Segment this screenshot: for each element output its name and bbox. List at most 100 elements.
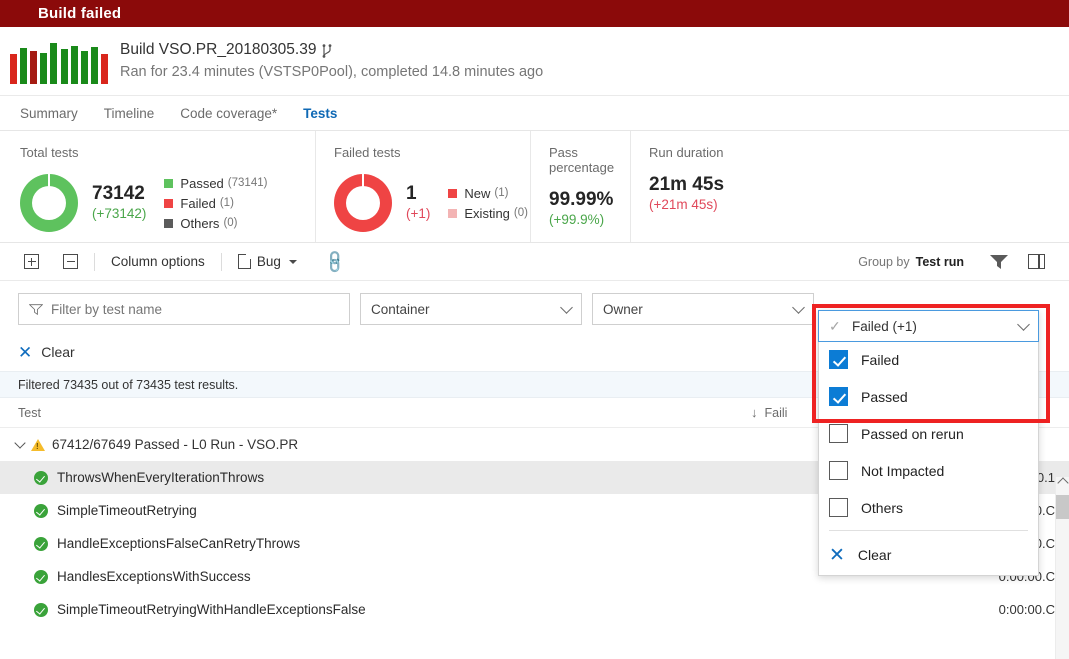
test-run-group-label: 67412/67649 Passed - L0 Run - VSO.PR (52, 437, 299, 452)
build-history-bar[interactable] (40, 53, 48, 84)
clear-filters-button[interactable]: ✕ Clear (18, 344, 75, 361)
metric-pass-percentage: Pass percentage 99.99% (+99.9%) (530, 131, 630, 242)
outcome-filter-options: Failed Passed Passed on rerun Not Impacted O… (819, 341, 1038, 526)
check-icon: ✓ (829, 317, 841, 334)
details-pane-button[interactable] (1018, 250, 1055, 273)
tab-summary[interactable]: Summary (20, 96, 78, 131)
chevron-down-icon[interactable] (1017, 317, 1030, 331)
funnel-icon (29, 303, 43, 315)
passed-icon (34, 536, 48, 551)
column-options-button[interactable]: Column options (105, 251, 211, 272)
results-toolbar: Column options Bug 🔗 Group by Test run (0, 243, 1069, 281)
chevron-down-icon[interactable] (14, 436, 26, 449)
build-title-line: Build VSO.PR_20180305.39 (120, 40, 543, 60)
filtered-results-text: Filtered 73435 out of 73435 test results… (18, 377, 239, 392)
bug-label: Bug (256, 254, 281, 269)
failed-tests-delta: (+1) (406, 206, 431, 221)
tab-tests[interactable]: Tests (303, 96, 337, 131)
toolbar-right-group: Group by Test run (858, 250, 1055, 273)
outcome-option-others[interactable]: Others (819, 489, 1038, 526)
build-meta: Build VSO.PR_20180305.39 Ran for 23.4 mi… (120, 40, 543, 82)
group-by-value[interactable]: Test run (916, 255, 964, 269)
checkbox[interactable] (829, 387, 848, 406)
close-icon: ✕ (18, 342, 33, 362)
build-history-bar[interactable] (60, 49, 68, 84)
chevron-up-icon[interactable] (1057, 477, 1069, 489)
legend-label: Existing (464, 205, 510, 221)
legend-row: New (1) (448, 185, 528, 202)
tab-timeline[interactable]: Timeline (104, 96, 155, 131)
details-pane-icon (1028, 254, 1045, 269)
outcome-filter-dropdown-panel[interactable]: ✓ Failed (+1) Failed Passed Passed on reru… (818, 310, 1039, 576)
column-header-failing-label: Faili (764, 405, 788, 420)
expand-all-icon (24, 254, 39, 269)
owner-filter-dropdown[interactable]: Owner (592, 293, 814, 325)
checkbox[interactable] (829, 498, 848, 517)
metric-title: Failed tests (334, 145, 401, 160)
outcome-filter-selected[interactable]: ✓ Failed (+1) (818, 310, 1039, 342)
toolbar-divider (220, 252, 222, 271)
scrollbar-thumb[interactable] (1056, 495, 1069, 519)
metric-title: Run duration (649, 145, 724, 160)
bug-button[interactable]: Bug (232, 251, 303, 272)
build-history-bar[interactable] (10, 54, 17, 84)
total-tests-donut (20, 174, 78, 232)
build-history-chart[interactable] (10, 38, 108, 84)
outcome-option-failed[interactable]: Failed (819, 341, 1038, 378)
checkbox[interactable] (829, 350, 848, 369)
build-name[interactable]: Build VSO.PR_20180305.39 (120, 40, 316, 60)
build-history-bar[interactable] (70, 46, 78, 84)
outcome-option-passed[interactable]: Passed (819, 378, 1038, 415)
funnel-icon (990, 254, 1008, 269)
container-filter-label: Container (371, 301, 430, 317)
legend-label: New (464, 185, 491, 201)
table-row[interactable]: SimpleTimeoutRetryingWithHandleException… (0, 593, 1069, 626)
failed-tests-legend: New (1) Existing (0) (448, 185, 528, 222)
test-results-page: Build failed Build VSO.PR_20180305.39 Ra… (0, 0, 1069, 659)
clear-filters-label: Clear (41, 344, 75, 360)
build-history-bar[interactable] (50, 43, 58, 84)
total-tests-legend: Passed (73141) Failed (1) Others (0) (164, 175, 267, 232)
checkbox[interactable] (829, 461, 848, 480)
warning-icon (31, 438, 45, 451)
results-scrollbar[interactable] (1055, 477, 1069, 659)
test-name: ThrowsWhenEveryIterationThrows (57, 470, 265, 485)
outcome-filter-selected-label: Failed (+1) (852, 318, 917, 334)
test-name: HandlesExceptionsWithSuccess (57, 569, 251, 584)
collapse-all-button[interactable] (57, 251, 84, 272)
passed-icon (34, 470, 48, 485)
build-history-bar[interactable] (20, 48, 28, 84)
build-history-bar[interactable] (30, 51, 38, 84)
outcome-option-passed-on-rerun[interactable]: Passed on rerun (819, 415, 1038, 452)
outcome-option-label: Others (861, 499, 904, 516)
test-name-filter[interactable]: Filter by test name (18, 293, 350, 325)
legend-swatch (164, 198, 174, 208)
test-name: SimpleTimeoutRetrying (57, 503, 197, 518)
checkbox[interactable] (829, 424, 848, 443)
legend-count: (0) (223, 216, 238, 229)
failed-tests-value: 1 (406, 183, 417, 204)
run-duration-value: 21m 45s (649, 174, 725, 195)
outcome-filter-clear-button[interactable]: ✕ Clear (819, 535, 1038, 575)
chevron-down-icon (560, 300, 573, 314)
legend-label: Passed (180, 175, 224, 191)
link-button[interactable]: 🔗 (319, 249, 351, 275)
build-history-bar[interactable] (90, 47, 98, 84)
legend-label: Others (180, 215, 220, 231)
failed-tests-donut (334, 174, 392, 232)
metric-title: Total tests (20, 145, 79, 160)
build-history-bar[interactable] (80, 51, 88, 84)
test-name: HandleExceptionsFalseCanRetryThrows (57, 536, 301, 551)
chevron-down-icon (288, 259, 297, 264)
expand-all-button[interactable] (18, 251, 45, 272)
filter-toggle-button[interactable] (980, 251, 1018, 273)
outcome-option-not-impacted[interactable]: Not Impacted (819, 452, 1038, 489)
owner-filter-label: Owner (603, 301, 643, 317)
column-header-test[interactable]: Test (18, 406, 751, 420)
collapse-all-icon (63, 254, 78, 269)
build-history-bar[interactable] (100, 54, 108, 84)
sort-descending-icon: ↓ (751, 405, 758, 420)
tab-code-coverage[interactable]: Code coverage* (180, 96, 277, 131)
test-name: SimpleTimeoutRetryingWithHandleException… (57, 602, 366, 617)
container-filter-dropdown[interactable]: Container (360, 293, 582, 325)
